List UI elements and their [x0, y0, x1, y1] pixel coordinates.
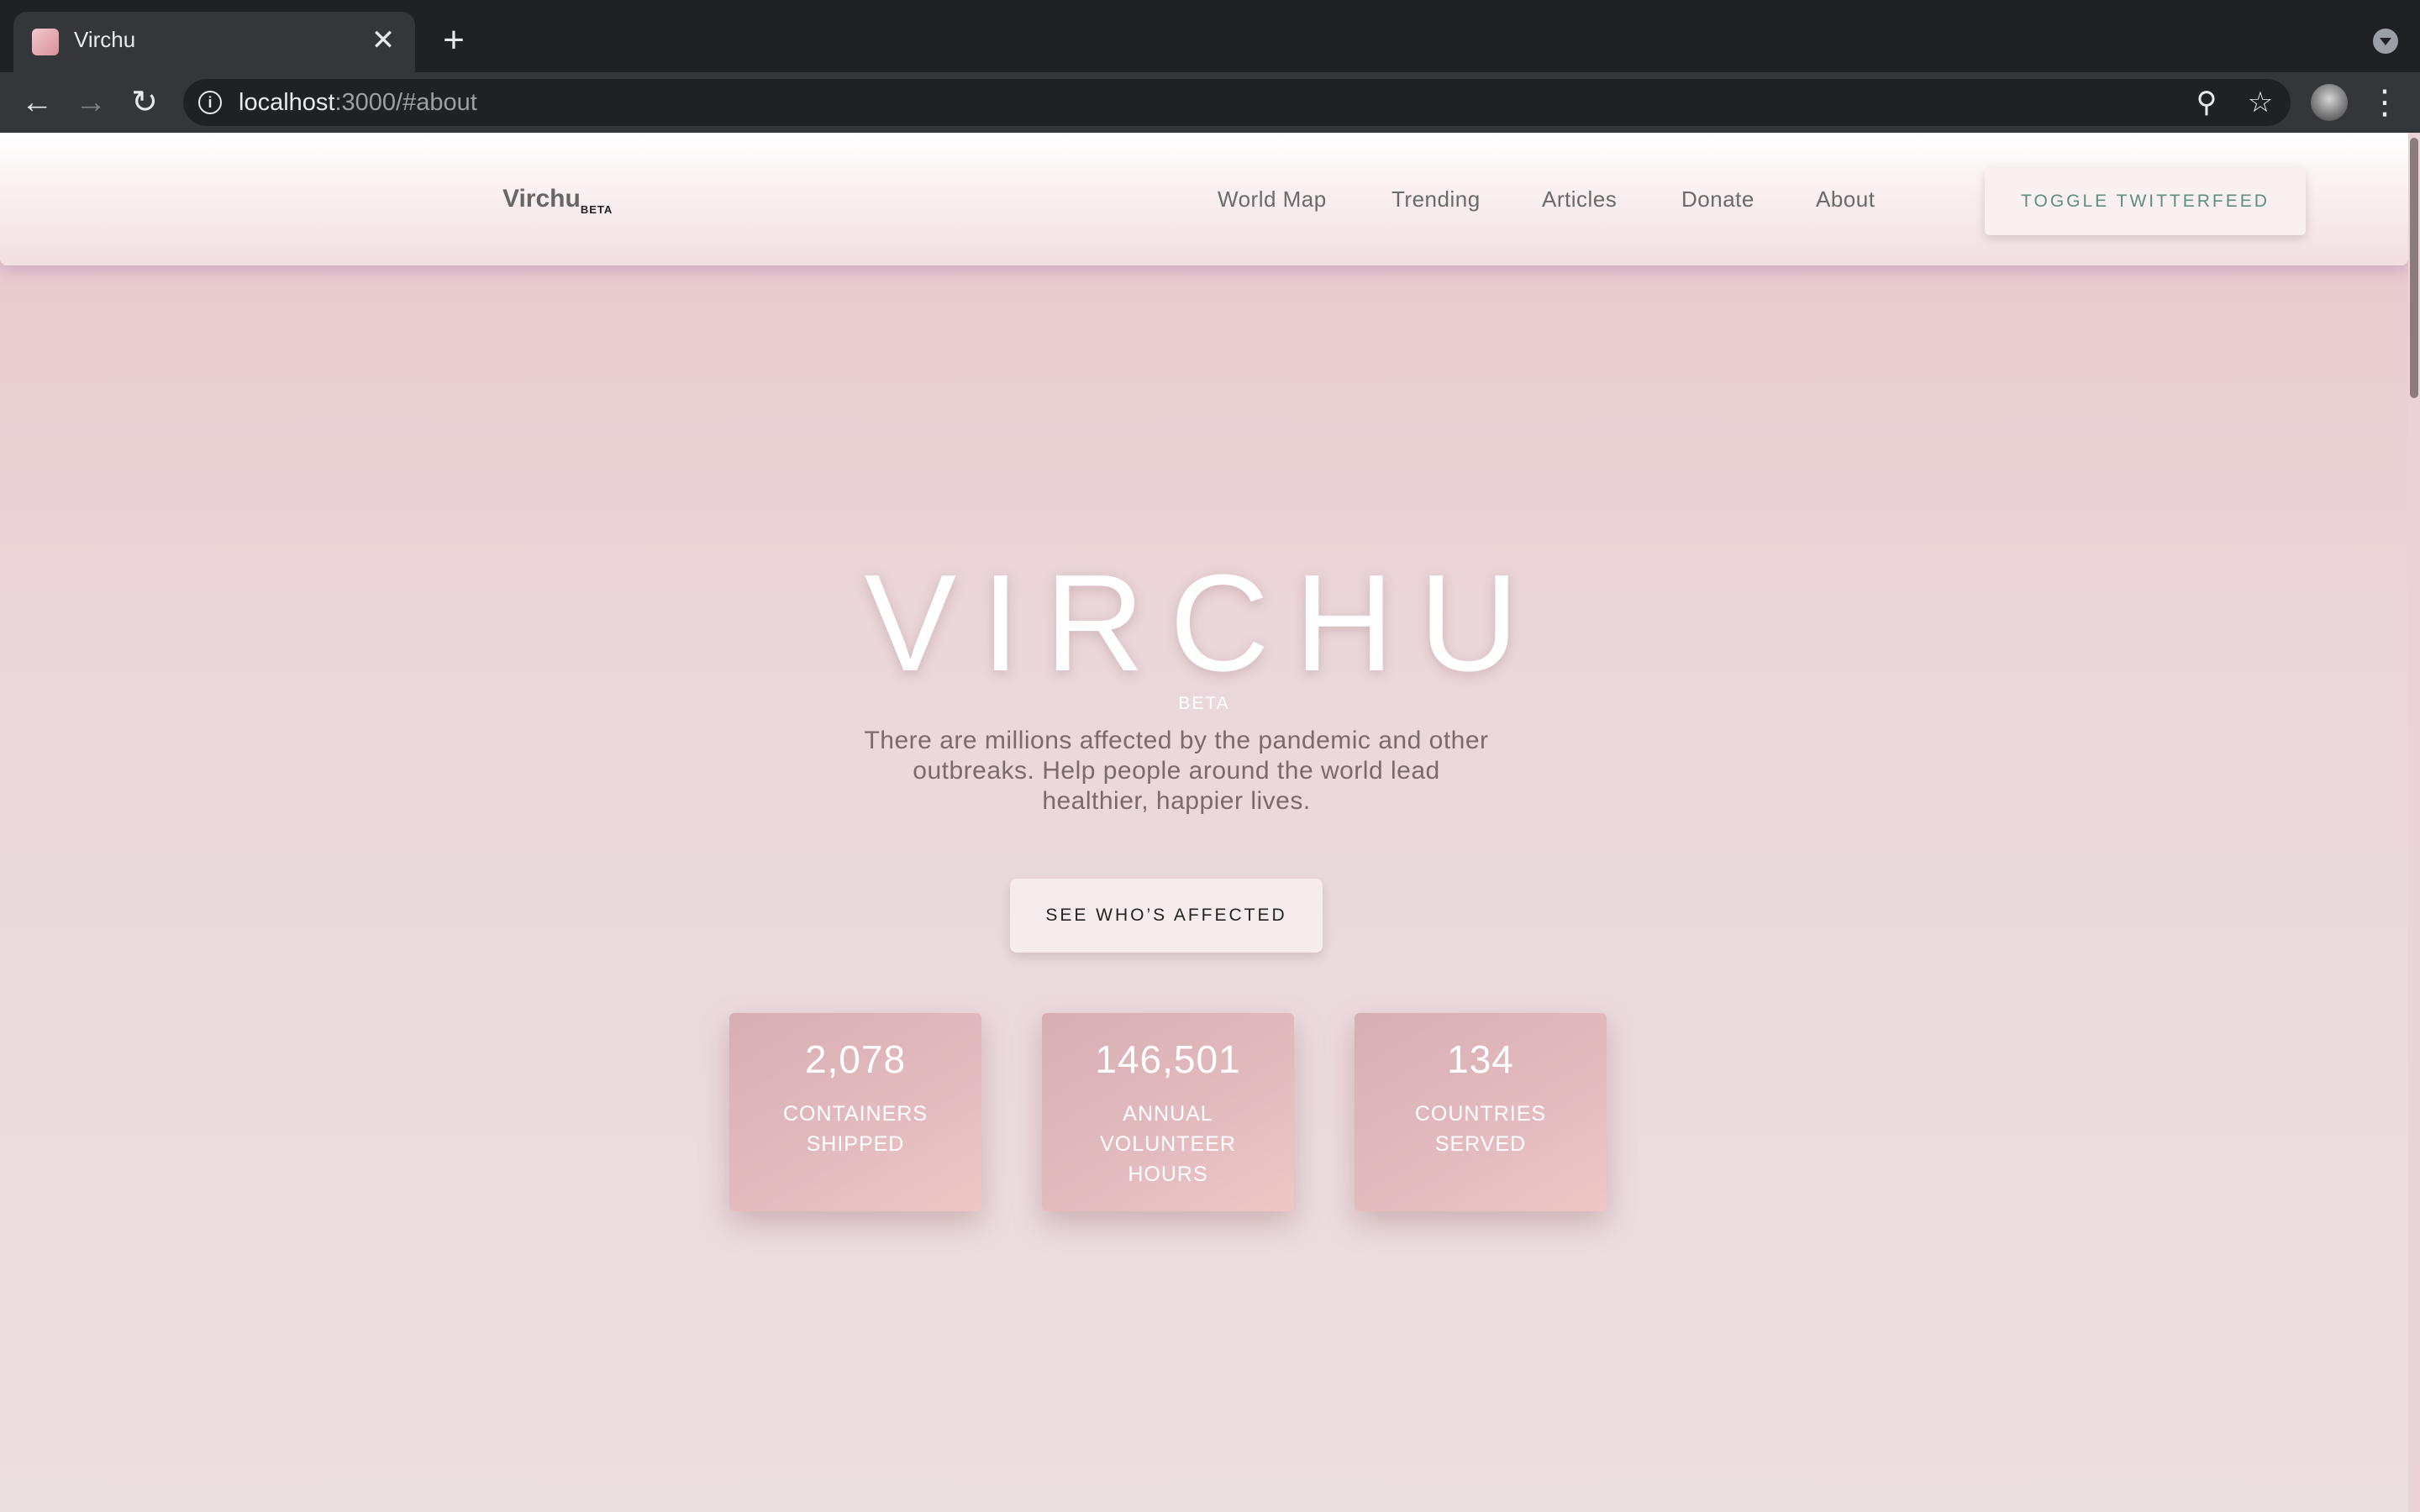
stat-card-volunteer-hours: 146,501 ANNUAL VOLUNTEER HOURS — [1042, 1013, 1294, 1211]
nav-link-articles[interactable]: Articles — [1542, 186, 1617, 213]
close-icon[interactable]: ✕ — [366, 24, 400, 57]
stat-value: 134 — [1447, 1037, 1514, 1081]
brand-logo[interactable]: VirchuBETA — [502, 185, 613, 216]
hero-title: VIRCHU — [864, 546, 1544, 700]
nav-link-donate[interactable]: Donate — [1681, 186, 1754, 213]
url-path: :3000/#about — [334, 89, 477, 116]
browser-toolbar: ← → ↻ i localhost:3000/#about ⚲ ☆ ⋮ — [0, 72, 2420, 133]
hero-beta-badge: BETA — [1178, 694, 1230, 713]
star-icon[interactable]: ☆ — [2244, 86, 2277, 119]
site-navbar: VirchuBETA World Map Trending Articles D… — [0, 133, 2408, 265]
url-text[interactable]: localhost:3000/#about — [239, 89, 477, 117]
nav-link-world-map[interactable]: World Map — [1218, 186, 1327, 213]
hero-description: There are millions affected by the pande… — [864, 727, 1489, 815]
stat-card-countries: 134 COUNTRIES SERVED — [1355, 1013, 1607, 1211]
tab-title: Virchu — [74, 27, 136, 52]
toggle-twitterfeed-button[interactable]: TOGGLE TWITTERFEED — [1985, 168, 2306, 235]
zoom-icon[interactable]: ⚲ — [2190, 86, 2223, 119]
favicon-icon — [32, 29, 59, 55]
browser-tab[interactable]: Virchu ✕ — [13, 12, 415, 72]
nav-link-trending[interactable]: Trending — [1392, 186, 1481, 213]
chevron-down-icon[interactable] — [2373, 29, 2398, 54]
stat-value: 146,501 — [1095, 1037, 1241, 1081]
page-content: VirchuBETA World Map Trending Articles D… — [0, 133, 2408, 1512]
stat-label: ANNUAL VOLUNTEER HOURS — [1100, 1102, 1236, 1186]
stat-label: CONTAINERS SHIPPED — [782, 1102, 929, 1156]
browser-tab-strip: Virchu ✕ + — [0, 0, 2420, 72]
forward-arrow-icon[interactable]: → — [71, 82, 111, 123]
page-scrollbar[interactable] — [2408, 133, 2420, 1512]
back-arrow-icon[interactable]: ← — [17, 82, 57, 123]
see-whos-affected-button[interactable]: SEE WHO’S AFFECTED — [1010, 879, 1323, 953]
profile-avatar[interactable] — [2311, 84, 2348, 121]
more-vert-icon[interactable]: ⋮ — [2368, 84, 2402, 121]
brand-beta-badge: BETA — [580, 203, 613, 216]
scrollbar-thumb[interactable] — [2410, 138, 2418, 398]
stat-value: 2,078 — [804, 1037, 907, 1081]
stat-label: COUNTRIES SERVED — [1414, 1102, 1547, 1156]
info-icon[interactable]: i — [198, 91, 222, 114]
url-host: localhost — [239, 89, 335, 116]
reload-icon[interactable]: ↻ — [124, 82, 165, 123]
address-bar[interactable]: i localhost:3000/#about ⚲ ☆ — [183, 79, 2291, 126]
brand-name: Virchu — [502, 185, 581, 213]
nav-link-about[interactable]: About — [1816, 186, 1875, 213]
stat-card-containers: 2,078 CONTAINERS SHIPPED — [729, 1013, 981, 1211]
plus-icon[interactable]: + — [435, 22, 472, 59]
